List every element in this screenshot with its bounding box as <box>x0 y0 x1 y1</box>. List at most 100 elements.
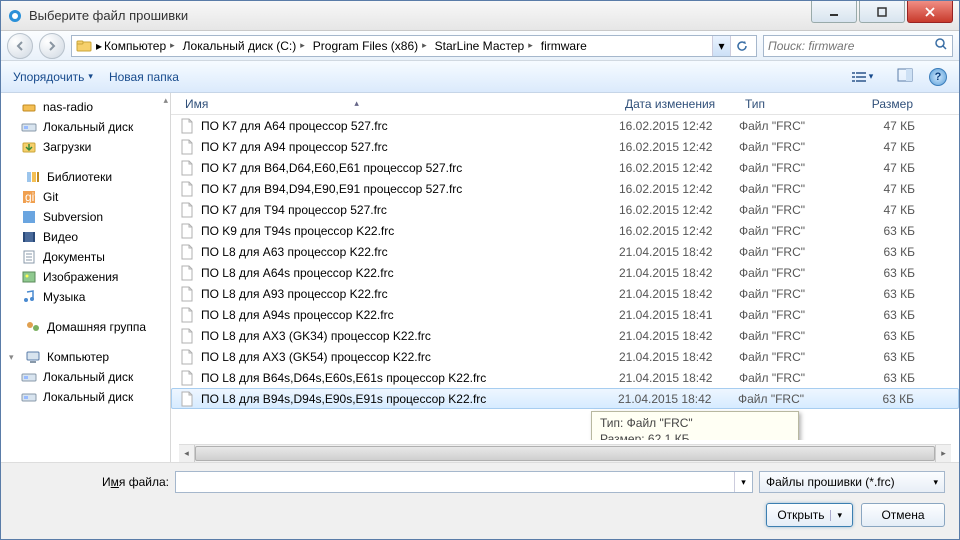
file-type: Файл "FRC" <box>739 140 849 154</box>
sidebar-item-git[interactable]: gitGit <box>1 187 170 207</box>
column-header-type[interactable]: Тип <box>739 97 849 111</box>
forward-button[interactable] <box>39 33 65 59</box>
sidebar-item-music[interactable]: Музыка <box>1 287 170 307</box>
file-row[interactable]: ПО K9 для T94s процессор K22.frc16.02.20… <box>171 220 959 241</box>
breadcrumb-dropdown[interactable]: ▾ <box>712 36 730 56</box>
file-type: Файл "FRC" <box>739 245 849 259</box>
search-box[interactable] <box>763 35 953 57</box>
file-row[interactable]: ПО L8 для B64s,D64s,E60s,E61s процессор … <box>171 367 959 388</box>
filename-dropdown[interactable]: ▾ <box>734 472 752 492</box>
scroll-thumb[interactable] <box>195 446 935 461</box>
file-type: Файл "FRC" <box>739 287 849 301</box>
refresh-button[interactable] <box>730 36 752 56</box>
file-icon <box>179 286 195 302</box>
help-button[interactable]: ? <box>929 68 947 86</box>
filename-combo[interactable]: ▾ <box>175 471 753 493</box>
file-size: 47 КБ <box>849 119 919 133</box>
column-header-date[interactable]: Дата изменения <box>619 97 739 111</box>
minimize-button[interactable] <box>811 1 857 23</box>
column-header-name[interactable]: Имя▴ <box>179 97 619 111</box>
file-size: 63 КБ <box>849 266 919 280</box>
file-type: Файл "FRC" <box>738 392 848 406</box>
crumb-starline-master[interactable]: StarLine Мастер▸ <box>433 39 539 53</box>
sidebar-item-documents[interactable]: Документы <box>1 247 170 267</box>
file-date: 16.02.2015 12:42 <box>619 119 739 133</box>
file-row[interactable]: ПО K7 для B94,D94,E90,E91 процессор 527.… <box>171 178 959 199</box>
back-button[interactable] <box>7 33 33 59</box>
file-row[interactable]: ПО K7 для A94 процессор 527.frc16.02.201… <box>171 136 959 157</box>
preview-pane-button[interactable] <box>897 68 913 85</box>
sidebar-item-images[interactable]: Изображения <box>1 267 170 287</box>
file-icon <box>179 118 195 134</box>
file-name: ПО L8 для AX3 (GK34) процессор K22.frc <box>201 329 619 343</box>
svn-icon <box>21 209 37 225</box>
filename-input[interactable] <box>176 475 734 489</box>
sidebar-item-video[interactable]: Видео <box>1 227 170 247</box>
search-input[interactable] <box>768 39 934 53</box>
bottom-panel: Имя файла: ▾ Файлы прошивки (*.frc)▾ Отк… <box>1 462 959 539</box>
file-name: ПО K9 для T94s процессор K22.frc <box>201 224 619 238</box>
file-name: ПО L8 для A93 процессор K22.frc <box>201 287 619 301</box>
organize-button[interactable]: Упорядочить ▾ <box>13 70 93 84</box>
maximize-button[interactable] <box>859 1 905 23</box>
file-row[interactable]: ПО L8 для A63 процессор K22.frc21.04.201… <box>171 241 959 262</box>
open-split-dropdown[interactable]: ▾ <box>830 510 842 521</box>
drive-icon <box>21 389 37 405</box>
libraries-icon <box>25 169 41 185</box>
file-icon <box>179 307 195 323</box>
sidebar-item-nas-radio[interactable]: nas-radio <box>1 97 170 117</box>
search-icon[interactable] <box>934 37 948 54</box>
sidebar-section-libraries[interactable]: Библиотеки <box>1 167 170 187</box>
file-size: 63 КБ <box>848 392 918 406</box>
cancel-button[interactable]: Отмена <box>861 503 945 527</box>
file-size: 47 КБ <box>849 140 919 154</box>
sidebar-section-homegroup[interactable]: Домашняя группа <box>1 317 170 337</box>
file-date: 21.04.2015 18:41 <box>619 308 739 322</box>
sidebar-item-local-disk[interactable]: Локальный диск <box>1 117 170 137</box>
file-row[interactable]: ПО L8 для B94s,D94s,E90s,E91s процессор … <box>171 388 959 409</box>
file-row[interactable]: ПО L8 для A64s процессор K22.frc21.04.20… <box>171 262 959 283</box>
file-name: ПО K7 для T94 процессор 527.frc <box>201 203 619 217</box>
breadcrumb[interactable]: ▸ Компьютер▸ Локальный диск (C:)▸ Progra… <box>71 35 757 57</box>
crumb-computer[interactable]: Компьютер▸ <box>102 39 181 53</box>
sidebar-scroll-up[interactable]: ▴ <box>163 95 168 106</box>
file-name: ПО L8 для AX3 (GK54) процессор K22.frc <box>201 350 619 364</box>
sidebar-item-drive-2[interactable]: Локальный диск <box>1 387 170 407</box>
file-type: Файл "FRC" <box>739 203 849 217</box>
file-list[interactable]: ПО K7 для A64 процессор 527.frc16.02.201… <box>171 115 959 440</box>
view-options-button[interactable]: ▾ <box>843 67 881 87</box>
file-row[interactable]: ПО L8 для A93 процессор K22.frc21.04.201… <box>171 283 959 304</box>
file-type: Файл "FRC" <box>739 329 849 343</box>
close-button[interactable] <box>907 1 953 23</box>
sidebar-item-downloads[interactable]: Загрузки <box>1 137 170 157</box>
file-size: 63 КБ <box>849 350 919 364</box>
file-name: ПО L8 для B64s,D64s,E60s,E61s процессор … <box>201 371 619 385</box>
column-header-size[interactable]: Размер <box>849 97 919 111</box>
sidebar-section-computer[interactable]: ▾Компьютер <box>1 347 170 367</box>
file-size: 63 КБ <box>849 371 919 385</box>
sidebar-group-libraries: Библиотеки gitGit Subversion Видео Докум… <box>1 167 170 307</box>
file-row[interactable]: ПО K7 для T94 процессор 527.frc16.02.201… <box>171 199 959 220</box>
file-row[interactable]: ПО L8 для AX3 (GK54) процессор K22.frc21… <box>171 346 959 367</box>
crumb-program-files[interactable]: Program Files (x86)▸ <box>311 39 433 53</box>
file-row[interactable]: ПО K7 для B64,D64,E60,E61 процессор 527.… <box>171 157 959 178</box>
horizontal-scrollbar[interactable]: ◂ ▸ <box>179 444 951 462</box>
sidebar-item-subversion[interactable]: Subversion <box>1 207 170 227</box>
sidebar-item-drive-1[interactable]: Локальный диск <box>1 367 170 387</box>
filetype-filter[interactable]: Файлы прошивки (*.frc)▾ <box>759 471 945 493</box>
file-row[interactable]: ПО L8 для AX3 (GK34) процессор K22.frc21… <box>171 325 959 346</box>
file-row[interactable]: ПО K7 для A64 процессор 527.frc16.02.201… <box>171 115 959 136</box>
computer-icon <box>25 349 41 365</box>
scroll-left-button[interactable]: ◂ <box>179 445 195 462</box>
file-size: 63 КБ <box>849 308 919 322</box>
crumb-firmware[interactable]: firmware <box>539 39 589 53</box>
file-size: 63 КБ <box>849 287 919 301</box>
crumb-drive-c[interactable]: Локальный диск (C:)▸ <box>181 39 311 53</box>
new-folder-button[interactable]: Новая папка <box>109 70 179 84</box>
open-button[interactable]: Открыть▾ <box>766 503 853 527</box>
file-row[interactable]: ПО L8 для A94s процессор K22.frc21.04.20… <box>171 304 959 325</box>
scroll-right-button[interactable]: ▸ <box>935 445 951 462</box>
file-icon <box>179 370 195 386</box>
file-type: Файл "FRC" <box>739 182 849 196</box>
file-date: 21.04.2015 18:42 <box>619 329 739 343</box>
